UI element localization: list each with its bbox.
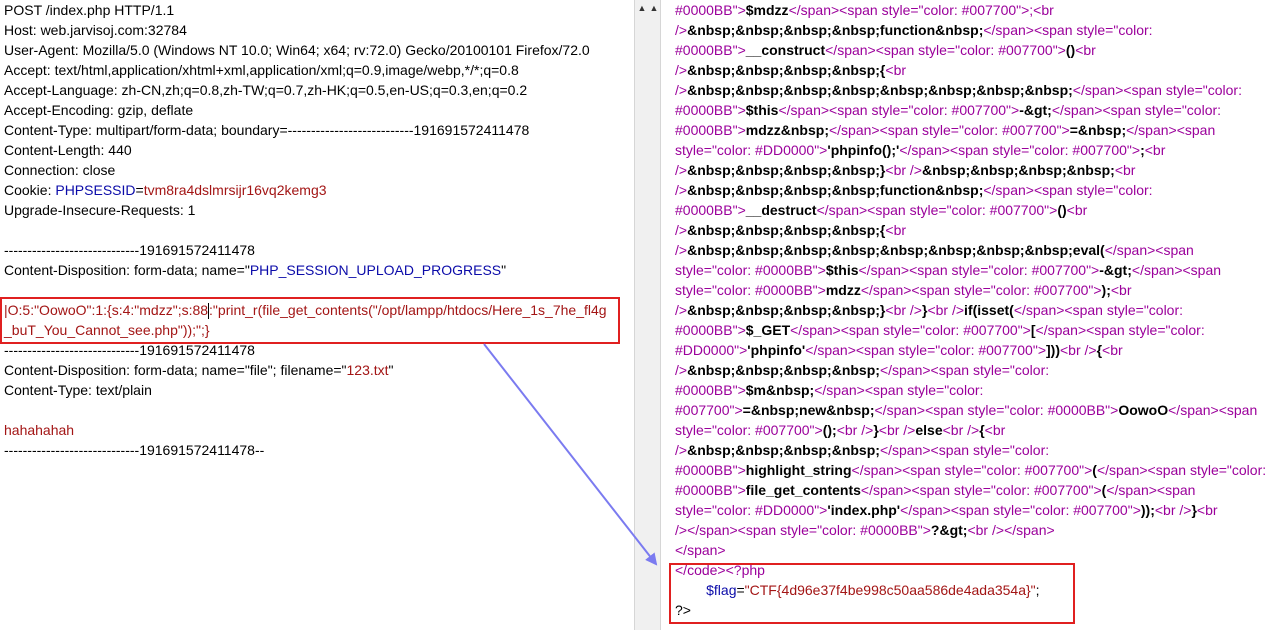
content-disposition-file-line: Content-Disposition: form-data; name="fi… — [4, 360, 632, 380]
content-disposition-line: Content-Disposition: form-data; name="PH… — [4, 260, 632, 280]
response-line: />&nbsp;&nbsp;&nbsp;&nbsp;function&nbsp;… — [675, 182, 1153, 198]
request-line-accept-encoding: Accept-Encoding: gzip, deflate — [4, 102, 194, 118]
file-body-line: hahahahah — [4, 422, 75, 438]
response-line: #0000BB">$mdzz</span><span style="color:… — [675, 2, 1054, 18]
request-line-connection: Connection: close — [4, 162, 116, 178]
response-line: />&nbsp;&nbsp;&nbsp;&nbsp;{<br — [675, 222, 907, 238]
scroll-up-arrow-icon[interactable]: ▲ — [637, 2, 647, 14]
request-line-content-length: Content-Length: 440 — [4, 142, 132, 158]
response-line: /></span><span style="color: #0000BB">?&… — [675, 522, 1055, 538]
response-line: />&nbsp;&nbsp;&nbsp;&nbsp;function&nbsp;… — [675, 22, 1153, 38]
response-pane[interactable]: #0000BB">$mdzz</span><span style="color:… — [662, 0, 1280, 630]
content-type-line: Content-Type: text/plain — [4, 382, 152, 398]
response-line: #0000BB">$m&nbsp;</span><span style="col… — [675, 382, 984, 398]
response-line: />&nbsp;&nbsp;&nbsp;&nbsp;</span><span s… — [675, 362, 1050, 378]
response-line: #0000BB">__construct</span><span style="… — [675, 42, 1096, 58]
request-line-content-type: Content-Type: multipart/form-data; bound… — [4, 122, 530, 138]
disp-suffix: " — [501, 262, 507, 278]
response-line: style="color: #0000BB">mdzz</span><span … — [675, 282, 1132, 298]
boundary-end-line: -----------------------------19169157241… — [4, 442, 265, 458]
response-line: />&nbsp;&nbsp;&nbsp;&nbsp;&nbsp;&nbsp;&n… — [675, 242, 1194, 258]
request-line-accept-language: Accept-Language: zh-CN,zh;q=0.8,zh-TW;q=… — [4, 82, 528, 98]
session-upload-name: PHP_SESSION_UPLOAD_PROGRESS — [249, 262, 502, 278]
response-line: />&nbsp;&nbsp;&nbsp;&nbsp;}<br />&nbsp;&… — [675, 162, 1136, 178]
response-line: #DD0000">'phpinfo'</span><span style="co… — [675, 342, 1123, 358]
flag-highlight-box — [669, 563, 1075, 624]
filename-value: 123.txt — [346, 362, 389, 378]
request-line-accept: Accept: text/html,application/xhtml+xml,… — [4, 62, 519, 78]
request-line-user-agent: User-Agent: Mozilla/5.0 (Windows NT 10.0… — [4, 42, 590, 58]
scroll-up-arrow-icon[interactable]: ▲ — [649, 2, 659, 14]
response-line: style="color: #DD0000">'phpinfo();'</spa… — [675, 142, 1166, 158]
response-line: />&nbsp;&nbsp;&nbsp;&nbsp;</span><span s… — [675, 442, 1050, 458]
request-line-method: POST /index.php HTTP/1.1 — [4, 2, 175, 18]
response-line: #0000BB">$_GET</span><span style="color:… — [675, 322, 1205, 338]
response-line: #0000BB">mdzz&nbsp;</span><span style="c… — [675, 122, 1216, 138]
response-line: style="color: #007700">();<br />}<br />e… — [675, 422, 1006, 438]
response-line: #0000BB">$this</span><span style="color:… — [675, 102, 1222, 118]
request-editor[interactable]: POST /index.php HTTP/1.1 Host: web.jarvi… — [4, 0, 632, 460]
response-scrollbar[interactable]: ▲ — [647, 0, 661, 630]
response-line: style="color: #DD0000">'index.php'</span… — [675, 502, 1218, 518]
response-line: />&nbsp;&nbsp;&nbsp;&nbsp;{<br — [675, 62, 907, 78]
cookie-eq: = — [135, 182, 144, 198]
response-line: #007700">=&nbsp;new&nbsp;</span><span st… — [675, 402, 1258, 418]
disp-prefix: Content-Disposition: form-data; name=" — [4, 262, 250, 278]
response-line: #0000BB">highlight_string</span><span st… — [675, 462, 1267, 478]
cookie-value: tvm8ra4dslmrsijr16vq2kemg3 — [143, 182, 327, 198]
response-line: #0000BB">__destruct</span><span style="c… — [675, 202, 1088, 218]
response-line: </span> — [675, 542, 726, 558]
response-line: #0000BB">file_get_contents</span><span s… — [675, 482, 1196, 498]
disp2-suffix: " — [388, 362, 394, 378]
request-line-cookie: Cookie: PHPSESSID=tvm8ra4dslmrsijr16vq2k… — [4, 180, 632, 200]
cookie-label: Cookie: — [4, 182, 56, 198]
response-line: style="color: #0000BB">$this</span><span… — [675, 262, 1222, 278]
response-viewer[interactable]: #0000BB">$mdzz</span><span style="color:… — [675, 0, 1280, 620]
response-line: />&nbsp;&nbsp;&nbsp;&nbsp;&nbsp;&nbsp;&n… — [675, 82, 1242, 98]
request-line-host: Host: web.jarvisoj.com:32784 — [4, 22, 187, 38]
response-line: />&nbsp;&nbsp;&nbsp;&nbsp;}<br />}<br />… — [675, 302, 1184, 318]
payload-highlight-box — [0, 297, 620, 344]
boundary-line: -----------------------------19169157241… — [4, 242, 255, 258]
cookie-name: PHPSESSID — [55, 182, 136, 198]
request-line-upgrade: Upgrade-Insecure-Requests: 1 — [4, 202, 196, 218]
disp2-prefix: Content-Disposition: form-data; name="fi… — [4, 362, 347, 378]
